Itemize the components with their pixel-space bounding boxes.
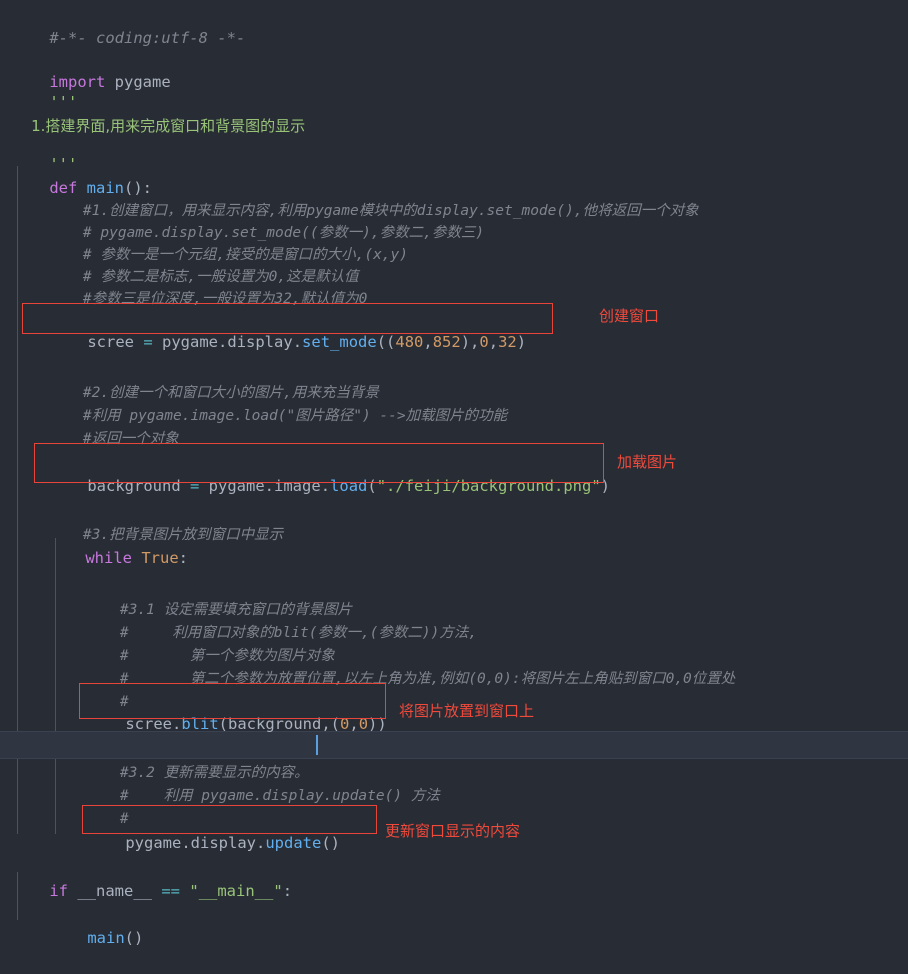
code-line[interactable]: while True: xyxy=(0,522,908,567)
code-token-number: 0 xyxy=(358,715,369,733)
code-token-number: 32 xyxy=(498,333,517,351)
code-line[interactable]: # 第二个参数为放置位置,以左上角为准,例如(0,0):将图片左上角贴到窗口0,… xyxy=(0,643,908,687)
code-line-content: while True: xyxy=(85,549,189,567)
code-token-number: 0 xyxy=(479,333,489,351)
code-line[interactable]: # xyxy=(0,783,908,827)
code-line[interactable]: #3.2 更新需要显示的内容。 xyxy=(0,737,908,781)
code-token-variable: scree xyxy=(87,333,134,351)
code-token-operator: = xyxy=(190,477,200,495)
code-line[interactable]: #利用 pygame.image.load("图片路径") -->加载图片的功能 xyxy=(0,380,908,424)
text-caret xyxy=(316,735,318,755)
code-line[interactable]: #1.创建窗口，用来显示内容,利用pygame模块中的display.set_m… xyxy=(0,175,908,219)
code-line[interactable]: # 第一个参数为图片对象 xyxy=(0,620,908,664)
code-line[interactable]: ''' xyxy=(0,128,908,173)
code-line[interactable]: # 利用 pygame.display.update() 方法 xyxy=(0,760,908,804)
code-line[interactable]: def main(): xyxy=(0,152,908,197)
code-line[interactable]: #-*- coding:utf-8 -*- xyxy=(0,2,908,47)
annotation-blit-image: 将图片放置到窗口上 xyxy=(399,702,535,720)
code-token-method: blit xyxy=(181,715,219,733)
code-token-operator: = xyxy=(143,333,153,351)
code-token-number: 852 xyxy=(432,333,461,351)
code-line[interactable]: main() xyxy=(0,902,908,947)
code-line-content: main() xyxy=(87,929,144,947)
code-token-function-call: main xyxy=(87,929,125,947)
code-editor[interactable]: #-*- coding:utf-8 -*- import pygame ''' … xyxy=(0,0,908,947)
annotation-load-image: 加载图片 xyxy=(617,453,678,471)
code-line[interactable]: if __name__ == "__main__": xyxy=(0,855,908,900)
code-line[interactable]: scree = pygame.display.set_mode((480,852… xyxy=(0,306,908,351)
code-line[interactable]: #返回一个对象 xyxy=(0,403,908,447)
code-line[interactable]: # 利用窗口对象的blit(参数一,(参数二))方法, xyxy=(0,597,908,641)
annotation-update-display: 更新窗口显示的内容 xyxy=(385,822,521,840)
code-line[interactable]: #3.把背景图片放到窗口中显示 xyxy=(0,499,908,543)
code-line[interactable]: #3.1 设定需要填充窗口的背景图片 xyxy=(0,574,908,618)
code-token-method: set_mode xyxy=(302,333,377,351)
code-line-content: background = pygame.image.load("./feiji/… xyxy=(87,477,611,495)
code-token-boolean: True xyxy=(141,549,179,567)
code-line-content: if __name__ == "__main__": xyxy=(49,882,293,900)
code-token-variable: background xyxy=(87,477,181,495)
code-token-number: 480 xyxy=(395,333,424,351)
code-token-method: update xyxy=(265,834,322,852)
code-token-number: 0 xyxy=(340,715,350,733)
code-line[interactable]: background = pygame.image.load("./feiji/… xyxy=(0,450,908,495)
code-line[interactable]: #2.创建一个和窗口大小的图片,用来充当背景 xyxy=(0,357,908,401)
code-token-string: "./feiji/background.png" xyxy=(376,477,601,495)
code-line[interactable]: #参数三是位深度,一般设置为32,默认值为0 xyxy=(0,263,908,307)
code-line-content: scree.blit(background,(0,0)) xyxy=(125,715,387,733)
code-line[interactable]: # 参数二是标志,一般设置为0,这是默认值 xyxy=(0,241,908,285)
annotation-create-window: 创建窗口 xyxy=(599,307,660,325)
code-token-variable: scree xyxy=(125,715,172,733)
code-line[interactable]: 1.搭建界面,用来完成窗口和背景图的显示 xyxy=(0,90,908,135)
code-token-operator: == xyxy=(161,882,181,900)
code-line-content: pygame.display.update() xyxy=(125,834,341,852)
code-token-string: "__main__" xyxy=(189,882,283,900)
code-token-method: load xyxy=(330,477,368,495)
code-token-keyword: if xyxy=(49,882,68,900)
code-token-keyword: while xyxy=(85,549,132,567)
code-line-content: scree = pygame.display.set_mode((480,852… xyxy=(87,333,527,351)
code-line[interactable]: # 参数一是一个元组,接受的是窗口的大小,(x,y) xyxy=(0,219,908,263)
code-token-comment: #返回一个对象 xyxy=(82,431,179,447)
code-line[interactable]: # pygame.display.set_mode((参数一),参数二,参数三) xyxy=(0,197,908,241)
code-line[interactable]: ''' xyxy=(0,66,908,111)
code-token-dunder: __name__ xyxy=(77,882,152,900)
code-line[interactable]: # xyxy=(0,666,908,710)
